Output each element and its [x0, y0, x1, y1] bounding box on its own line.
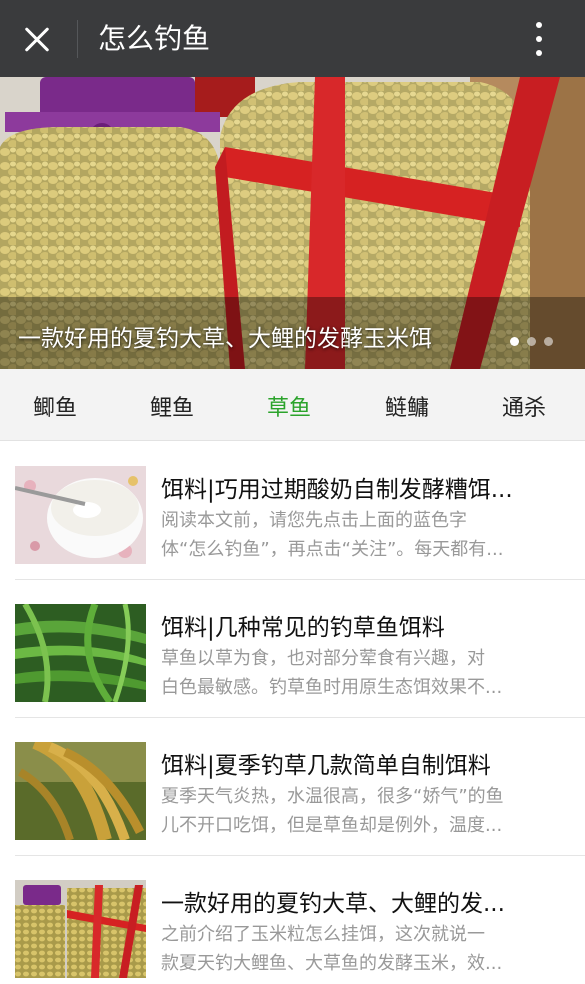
- tab-silver-carp[interactable]: 鲢鳙: [385, 390, 429, 422]
- carousel-dot[interactable]: [510, 337, 519, 346]
- carousel-dot[interactable]: [544, 337, 553, 346]
- article-summary-line: 阅读本文前，请您先点击上面的蓝色字: [161, 510, 467, 531]
- banner-caption: 一款好用的夏钓大草、大鲤的发酵玉米饵: [18, 326, 432, 352]
- article-item[interactable]: 一款好用的夏钓大草、大鲤的发... 之前介绍了玉米粒怎么挂饵，这次就说一 款夏天…: [0, 856, 585, 984]
- article-title[interactable]: 饵料|几种常见的钓草鱼饵料: [161, 608, 561, 642]
- green-grass-image: [15, 604, 146, 702]
- close-icon[interactable]: [18, 20, 58, 60]
- article-summary-line: 儿不开口吃饵，但是草鱼却是例外，温度...: [161, 815, 503, 836]
- article-summary-line: 之前介绍了玉米粒怎么挂饵，这次就说一: [161, 924, 485, 945]
- article-summary: 草鱼以草为食，也对部分荤食有兴趣，对 白色最敏感。钓草鱼时用原生态饵效果不...: [161, 644, 561, 702]
- category-tabs: 鲫鱼 鲤鱼 草鱼 鲢鳙 通杀: [0, 369, 585, 441]
- title-bar: 怎么钓鱼: [0, 0, 585, 77]
- yogurt-bowl-image: [15, 466, 146, 564]
- rice-ears-image: [15, 742, 146, 840]
- article-title[interactable]: 一款好用的夏钓大草、大鲤的发...: [161, 884, 561, 918]
- carousel-dot[interactable]: [527, 337, 536, 346]
- article-title[interactable]: 饵料|巧用过期酸奶自制发酵糟饵...: [161, 470, 561, 504]
- tab-carp[interactable]: 鲤鱼: [150, 390, 194, 422]
- article-summary-line: 体“怎么钓鱼”，再点击“关注”。每天都有...: [161, 539, 504, 560]
- carousel-dots: [510, 331, 561, 350]
- more-vertical-icon[interactable]: [525, 20, 553, 58]
- article-summary: 阅读本文前，请您先点击上面的蓝色字 体“怎么钓鱼”，再点击“关注”。每天都有..…: [161, 506, 561, 564]
- article-summary: 之前介绍了玉米粒怎么挂饵，这次就说一 款夏天钓大鲤鱼、大草鱼的发酵玉米，效...: [161, 920, 561, 978]
- banner-carousel[interactable]: 一款好用的夏钓大草、大鲤的发酵玉米饵: [0, 77, 585, 369]
- article-item[interactable]: 饵料|巧用过期酸奶自制发酵糟饵... 阅读本文前，请您先点击上面的蓝色字 体“怎…: [0, 442, 585, 580]
- tab-all[interactable]: 通杀: [502, 390, 546, 422]
- corn-jars-image: [15, 880, 146, 978]
- tab-grass-carp[interactable]: 草鱼: [267, 390, 311, 422]
- tab-crucian[interactable]: 鲫鱼: [33, 390, 77, 422]
- article-title[interactable]: 饵料|夏季钓草几款简单自制饵料: [161, 746, 561, 780]
- article-item[interactable]: 饵料|夏季钓草几款简单自制饵料 夏季天气炎热，水温很高，很多“娇气”的鱼 儿不开…: [0, 718, 585, 856]
- article-summary-line: 草鱼以草为食，也对部分荤食有兴趣，对: [161, 648, 485, 669]
- title-divider: [77, 20, 78, 58]
- article-summary-line: 白色最敏感。钓草鱼时用原生态饵效果不...: [161, 677, 503, 698]
- article-item[interactable]: 饵料|几种常见的钓草鱼饵料 草鱼以草为食，也对部分荤食有兴趣，对 白色最敏感。钓…: [0, 580, 585, 718]
- article-summary: 夏季天气炎热，水温很高，很多“娇气”的鱼 儿不开口吃饵，但是草鱼却是例外，温度.…: [161, 782, 561, 840]
- article-summary-line: 夏季天气炎热，水温很高，很多“娇气”的鱼: [161, 786, 504, 807]
- article-summary-line: 款夏天钓大鲤鱼、大草鱼的发酵玉米，效...: [161, 953, 503, 974]
- page-title: 怎么钓鱼: [98, 22, 211, 55]
